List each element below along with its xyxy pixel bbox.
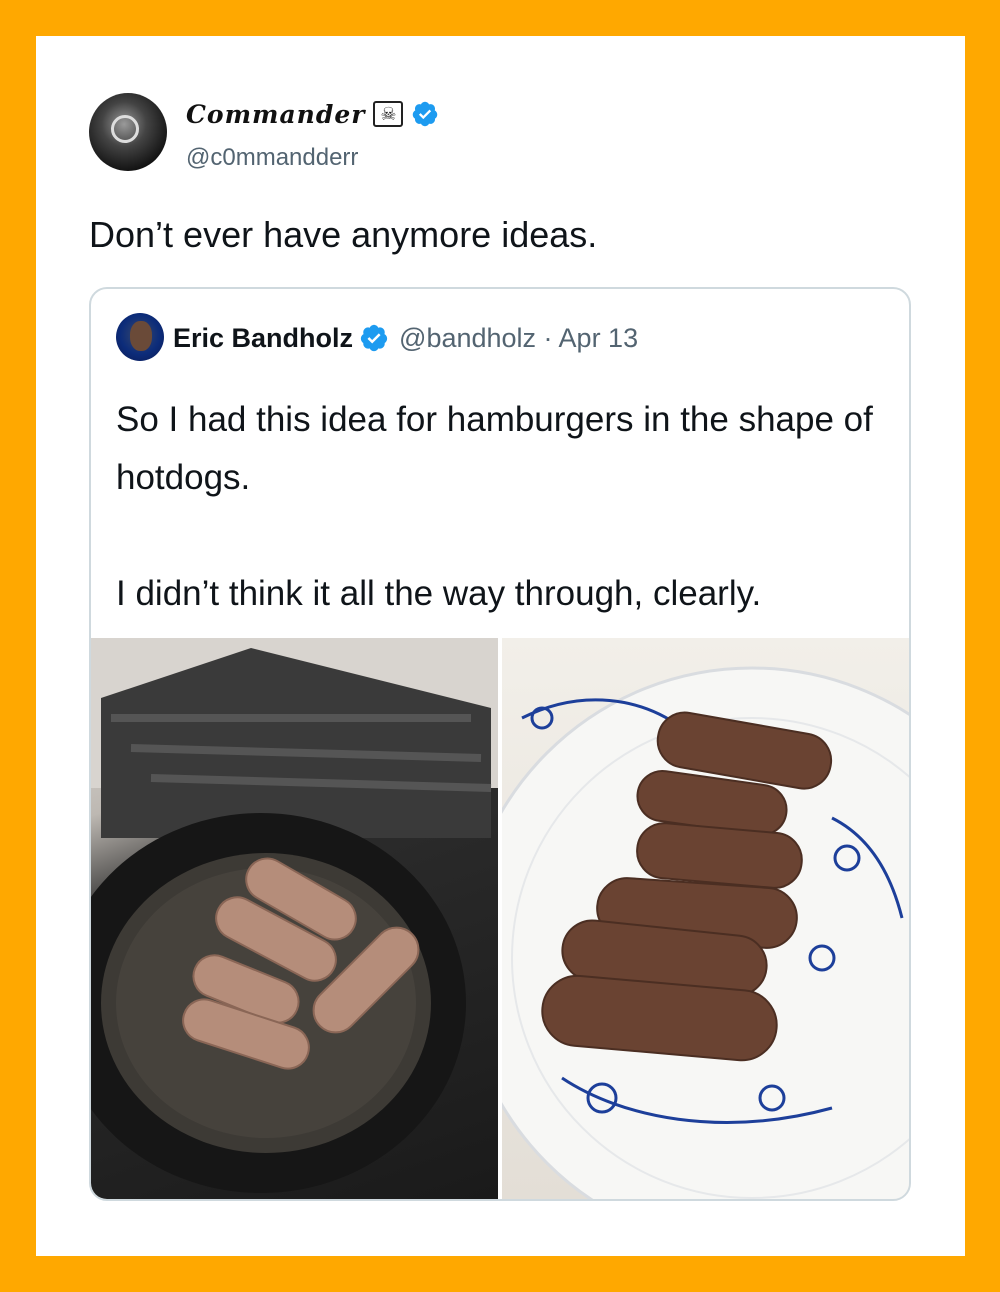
quoted-text-line: I didn’t think it all the way through, c…	[116, 574, 762, 613]
verified-icon	[413, 101, 438, 127]
quoted-verified-icon	[360, 324, 388, 352]
pan-photo[interactable]	[91, 638, 498, 1199]
author-avatar[interactable]	[89, 93, 167, 171]
tweet-card: Commander ☠ @c0mmandderr Don’t ever have…	[36, 36, 965, 1256]
quoted-tweet[interactable]: Eric Bandholz @bandholz · Apr 13 So I ha…	[89, 287, 911, 1201]
quoted-handle-date[interactable]: @bandholz · Apr 13	[399, 323, 638, 354]
quoted-text-line: So I had this idea for hamburgers in the…	[116, 400, 873, 497]
quoted-author-name[interactable]: Eric Bandholz	[173, 323, 353, 354]
photo-grid	[91, 638, 909, 1199]
plate-photo[interactable]	[502, 638, 909, 1199]
author-name-row: Commander ☠	[186, 96, 439, 132]
quoted-author-avatar[interactable]	[116, 313, 164, 361]
tweet-text: Don’t ever have anymore ideas.	[89, 214, 598, 255]
pirate-flag-icon: ☠	[373, 101, 404, 127]
author-display-name[interactable]: Commander	[186, 100, 365, 129]
quoted-header: Eric Bandholz @bandholz · Apr 13	[173, 319, 638, 357]
author-handle[interactable]: @c0mmandderr	[186, 144, 358, 172]
quoted-text: So I had this idea for hamburgers in the…	[116, 391, 896, 623]
